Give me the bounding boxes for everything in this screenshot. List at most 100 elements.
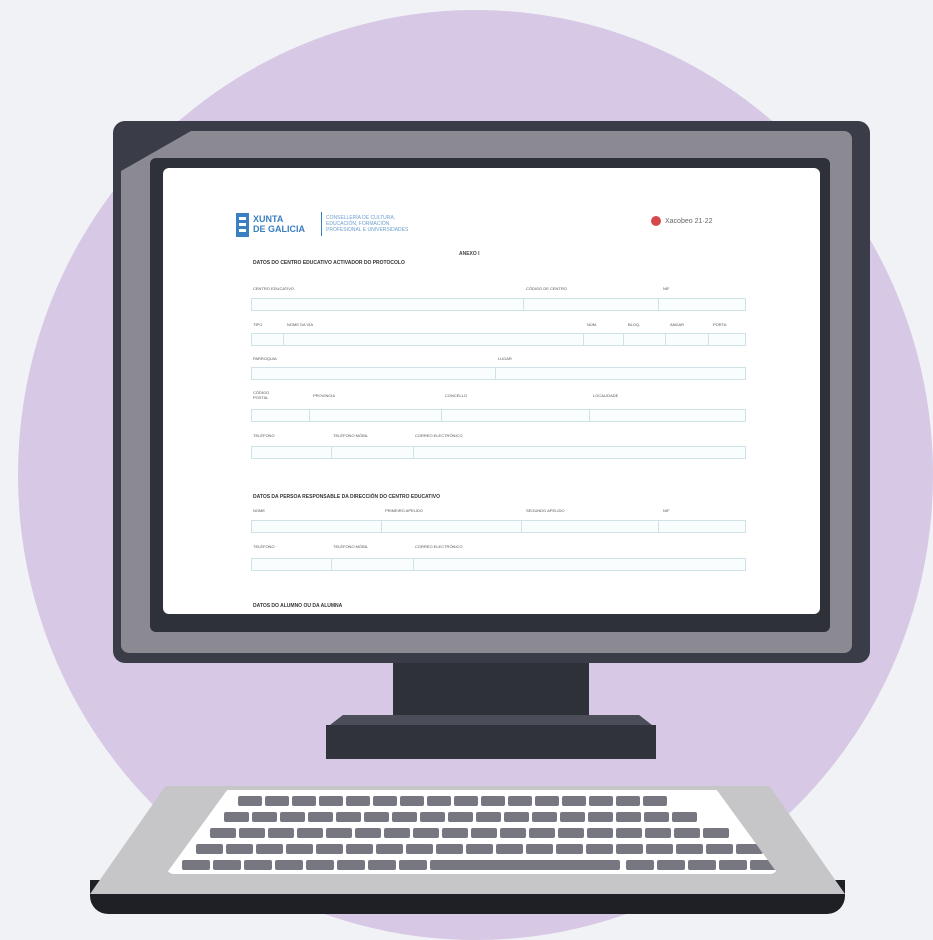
keyboard-key xyxy=(373,796,397,806)
field-row-2[interactable] xyxy=(251,333,746,346)
keyboard-key xyxy=(306,860,334,870)
keyboard-key xyxy=(399,860,427,870)
keyboard-key xyxy=(400,796,424,806)
label-bloq: BLOQ. xyxy=(628,322,641,327)
label-codigo-postal: CÓDIGO POSTAL xyxy=(253,390,270,400)
keyboard-key xyxy=(364,812,389,822)
field-divider xyxy=(665,333,666,346)
label-nif-director: NIF xyxy=(663,508,670,513)
keyboard-key xyxy=(442,828,468,838)
keyboard-key xyxy=(252,812,277,822)
field-divider xyxy=(708,333,709,346)
keyboard-key xyxy=(616,812,641,822)
keyboard-key xyxy=(280,812,305,822)
keyboard-key xyxy=(526,844,553,854)
keyboard-key xyxy=(657,860,685,870)
keyboard-key xyxy=(286,844,313,854)
keyboard-key xyxy=(500,828,526,838)
field-divider xyxy=(521,520,522,533)
field-divider xyxy=(623,333,624,346)
keyboard-key xyxy=(406,844,433,854)
keyboard-key xyxy=(316,844,343,854)
keyboard-key xyxy=(337,860,365,870)
monitor-stand-top xyxy=(330,715,652,725)
department-name: CONSELLERÍA DE CULTURA, EDUCACIÓN, FORMA… xyxy=(326,215,409,233)
label-correo: CORREO ELECTRÓNICO xyxy=(415,433,463,438)
keyboard-key xyxy=(224,812,249,822)
keyboard-key xyxy=(308,812,333,822)
keyboard-key xyxy=(532,812,557,822)
field-divider xyxy=(331,558,332,571)
keyboard-key xyxy=(326,828,352,838)
keyboard-key xyxy=(643,796,667,806)
field-row-6[interactable] xyxy=(251,520,746,533)
monitor-neck xyxy=(393,663,589,715)
keyboard-key xyxy=(413,828,439,838)
keyboard-key xyxy=(476,812,501,822)
keyboard-key xyxy=(182,860,210,870)
label-telefono-mobil: TELÉFONO MÓBIL xyxy=(333,433,369,438)
keyboard-key xyxy=(196,844,223,854)
keyboard-key xyxy=(646,844,673,854)
keyboard-key xyxy=(672,812,697,822)
section-title-director: DATOS DA PERSOA RESPONSABLE DA DIRECCIÓN… xyxy=(253,494,440,500)
field-row-1[interactable] xyxy=(251,298,746,311)
keyboard-key xyxy=(454,796,478,806)
keyboard-key xyxy=(297,828,323,838)
keyboard-key xyxy=(688,860,716,870)
label-segundo-apelido: SEGUNDO APELIDO xyxy=(526,508,565,513)
field-divider xyxy=(441,409,442,422)
keyboard-key xyxy=(626,860,654,870)
keyboard-key xyxy=(719,860,747,870)
keyboard-key xyxy=(616,828,642,838)
keyboard-key-area xyxy=(166,790,778,874)
keyboard-key xyxy=(676,844,703,854)
keyboard-key xyxy=(466,844,493,854)
field-divider xyxy=(495,367,496,380)
label-centro: CENTRO EDUCATIVO xyxy=(253,286,295,291)
field-divider xyxy=(413,558,414,571)
keyboard-key xyxy=(238,796,262,806)
field-divider xyxy=(283,333,284,346)
label-correo-director: CORREO ELECTRÓNICO xyxy=(415,544,463,549)
keyboard-key xyxy=(616,844,643,854)
field-divider xyxy=(309,409,310,422)
label-localidade: LOCALIDADE xyxy=(593,393,619,398)
keyboard-key xyxy=(376,844,403,854)
keyboard-key xyxy=(448,812,473,822)
label-primeiro-apelido: PRIMEIRO APELIDO xyxy=(385,508,424,513)
keyboard-key xyxy=(355,828,381,838)
field-divider xyxy=(523,298,524,311)
keyboard-key xyxy=(616,796,640,806)
field-divider xyxy=(331,446,332,459)
section-title-student: DATOS DO ALUMNO OU DA ALUMNA xyxy=(253,603,343,609)
keyboard-key xyxy=(481,796,505,806)
keyboard-key xyxy=(368,860,396,870)
field-row-7[interactable] xyxy=(251,558,746,571)
keyboard-key xyxy=(558,828,584,838)
field-row-4[interactable] xyxy=(251,409,746,422)
keyboard-key xyxy=(336,812,361,822)
annex-title: ANEXO I xyxy=(459,251,480,257)
label-lugar: LUGAR xyxy=(498,356,512,361)
keyboard-key xyxy=(265,796,289,806)
keyboard-key xyxy=(562,796,586,806)
keyboard-key xyxy=(319,796,343,806)
monitor-screen: XUNTA DE GALICIA CONSELLERÍA DE CULTURA,… xyxy=(163,168,820,614)
keyboard-key xyxy=(556,844,583,854)
keyboard-key xyxy=(268,828,294,838)
keyboard-spacebar xyxy=(430,860,620,870)
keyboard-key xyxy=(226,844,253,854)
keyboard-key xyxy=(346,844,373,854)
field-row-3[interactable] xyxy=(251,367,746,380)
keyboard-key xyxy=(275,860,303,870)
label-nome-via: NOME DA VÍA xyxy=(287,322,314,327)
label-provincia: PROVINCIA xyxy=(313,393,336,398)
label-nome: NOME xyxy=(253,508,265,513)
keyboard-key xyxy=(471,828,497,838)
keyboard-key xyxy=(392,812,417,822)
keyboard-key xyxy=(586,844,613,854)
keyboard-key xyxy=(529,828,555,838)
field-row-5[interactable] xyxy=(251,446,746,459)
section-title-centre: DATOS DO CENTRO EDUCATIVO ACTIVADOR DO P… xyxy=(253,260,405,266)
